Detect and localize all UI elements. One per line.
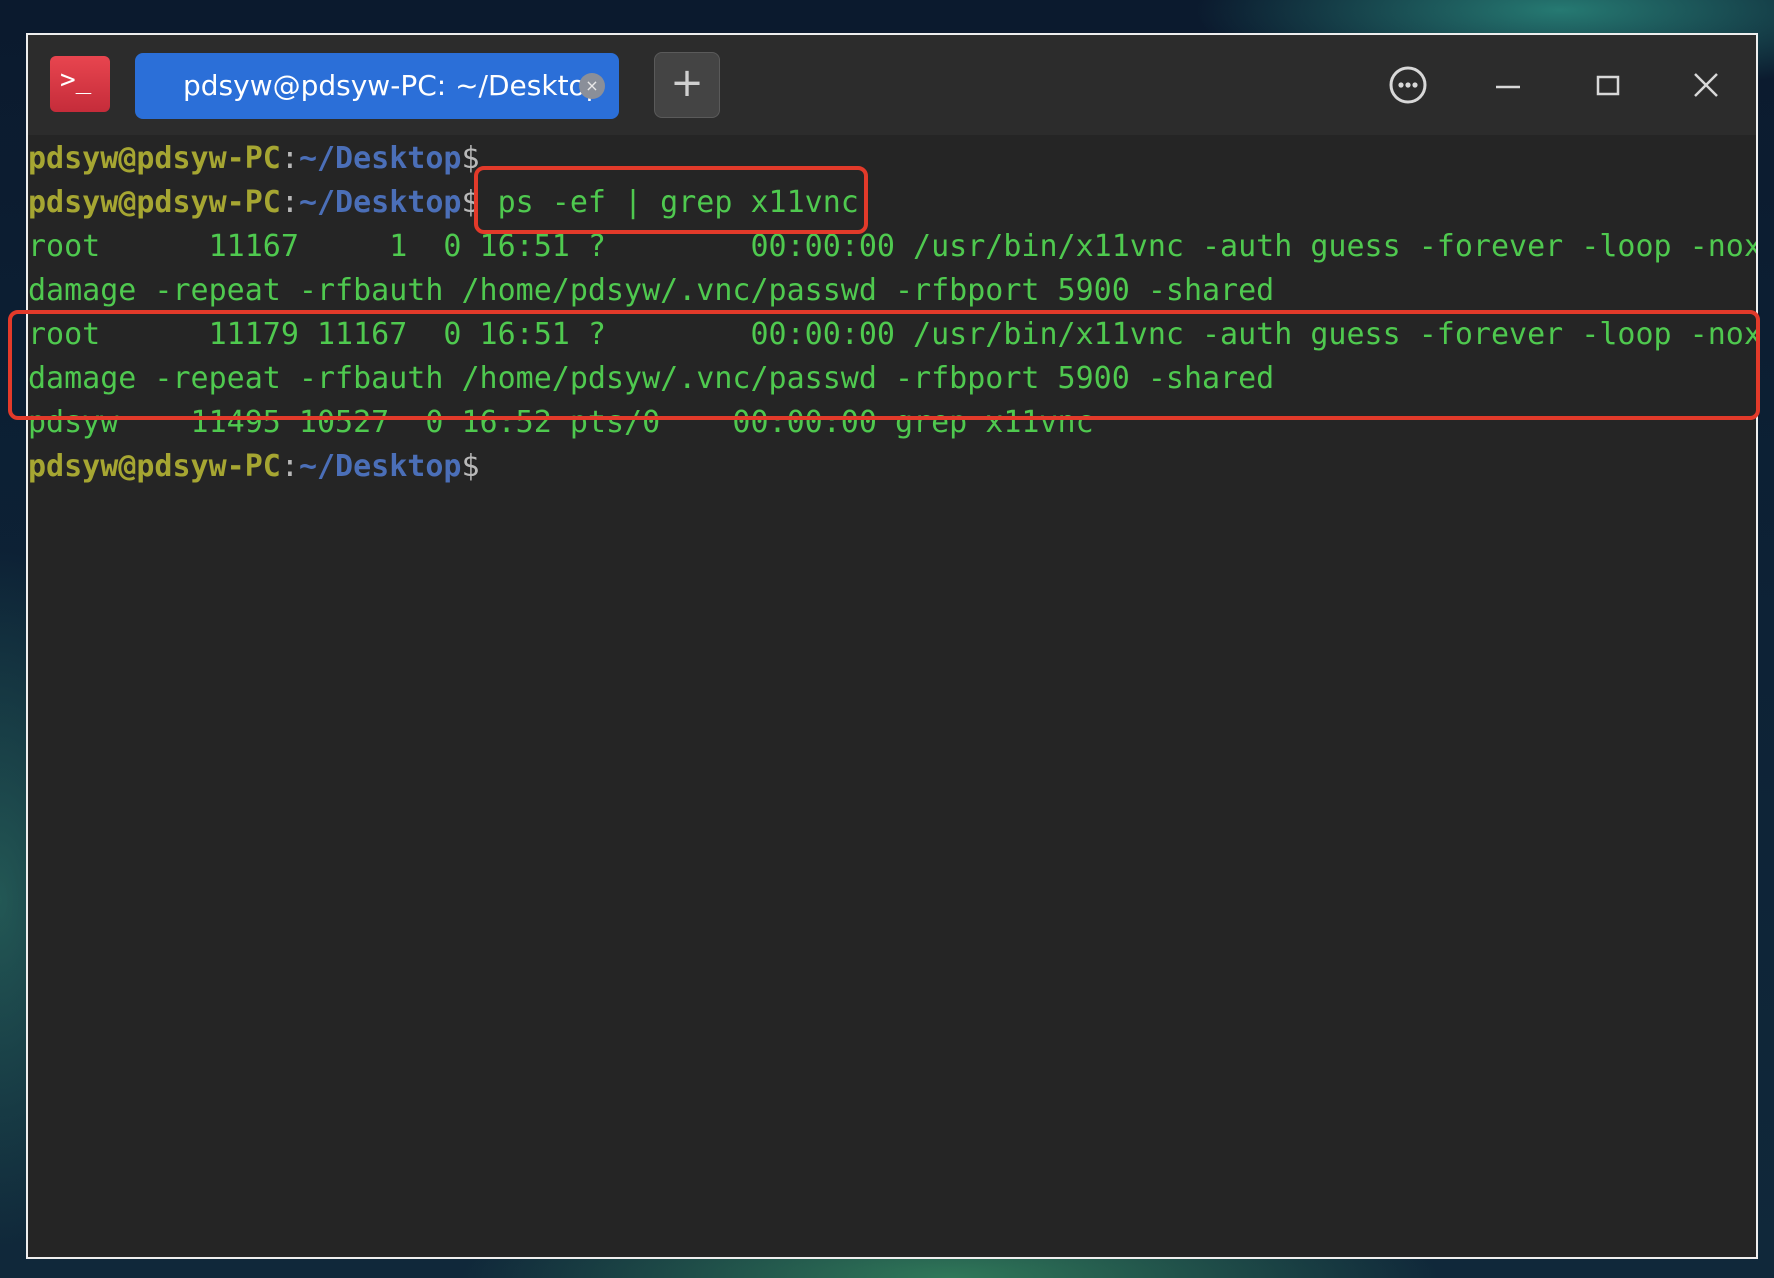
title-bar: >_ pdsyw@pdsyw-PC: ~/Desktop × +	[28, 35, 1756, 135]
tab-desktop[interactable]: pdsyw@pdsyw-PC: ~/Desktop ×	[135, 53, 619, 119]
output-line: damage -repeat -rfbauth /home/pdsyw/.vnc…	[28, 273, 1275, 308]
prompt-dollar: $	[461, 449, 480, 484]
maximize-icon	[1596, 75, 1620, 96]
prompt-colon: :	[280, 185, 299, 220]
terminal-app-icon[interactable]: >_	[50, 56, 110, 112]
terminal-window: >_ pdsyw@pdsyw-PC: ~/Desktop × + pdsyw@p…	[26, 33, 1758, 1259]
prompt-line: pdsyw@pdsyw-PC:~/Desktop$	[28, 445, 480, 489]
close-button[interactable]	[1676, 55, 1736, 115]
prompt-user: pdsyw@pdsyw-PC	[28, 449, 281, 484]
prompt-path: ~/Desktop	[298, 449, 462, 484]
minimize-icon	[1496, 85, 1520, 89]
tab-close-icon[interactable]: ×	[579, 73, 605, 99]
minimize-button[interactable]	[1478, 55, 1538, 115]
terminal-output[interactable]: pdsyw@pdsyw-PC:~/Desktop$ pdsyw@pdsyw-PC…	[28, 135, 1756, 1259]
prompt-line: pdsyw@pdsyw-PC:~/Desktop$	[28, 137, 480, 181]
process-highlight-box	[8, 310, 1760, 420]
prompt-colon: :	[280, 141, 299, 176]
command-highlight-box	[474, 166, 868, 234]
menu-button[interactable]	[1378, 55, 1438, 115]
prompt-colon: :	[280, 449, 299, 484]
tab-label: pdsyw@pdsyw-PC: ~/Desktop	[183, 69, 604, 102]
new-tab-button[interactable]: +	[654, 52, 720, 118]
menu-icon	[1389, 66, 1427, 104]
prompt-user: pdsyw@pdsyw-PC	[28, 141, 281, 176]
output-line: root 11167 1 0 16:51 ? 00:00:00 /usr/bin…	[28, 229, 1756, 264]
maximize-button[interactable]	[1578, 55, 1638, 115]
prompt-user: pdsyw@pdsyw-PC	[28, 185, 281, 220]
close-icon	[1694, 73, 1718, 97]
prompt-path: ~/Desktop	[298, 141, 462, 176]
prompt-path: ~/Desktop	[298, 185, 462, 220]
